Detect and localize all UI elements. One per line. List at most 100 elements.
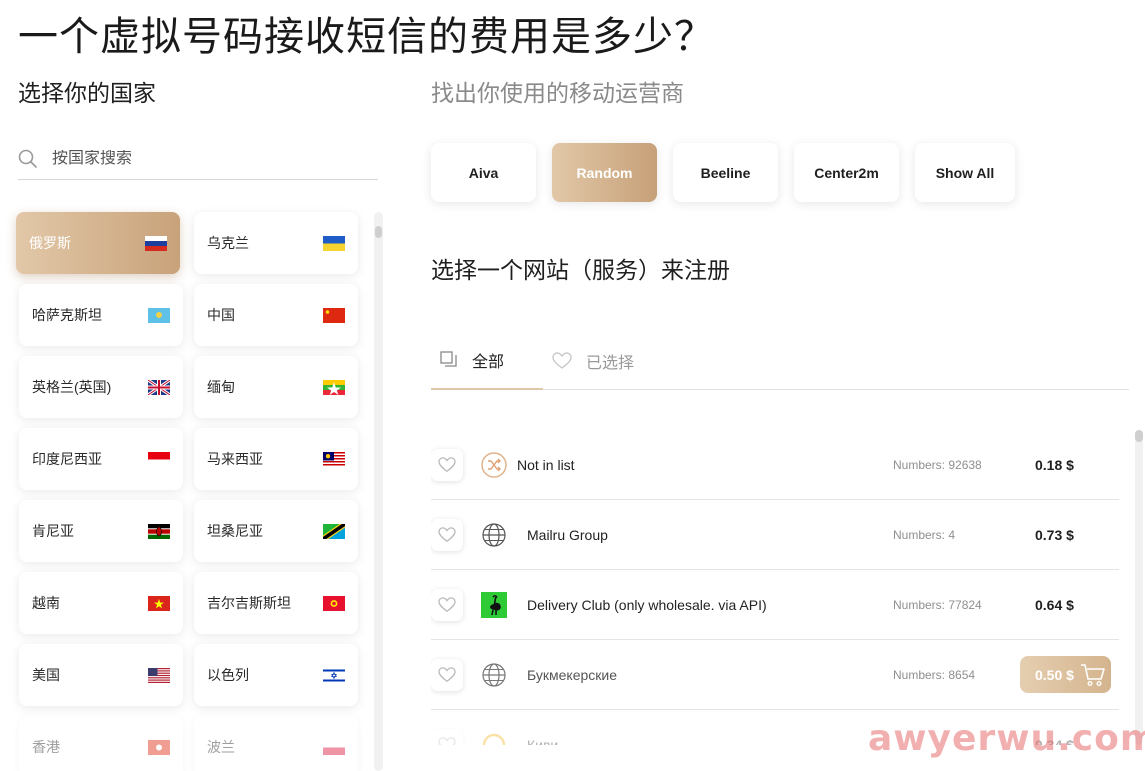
service-name: Delivery Club (only wholesale. via API) <box>527 596 767 613</box>
country-label: 印度尼西亚 <box>32 451 102 467</box>
country-label: 波兰 <box>207 739 235 755</box>
tab-all[interactable]: 全部 <box>431 332 543 390</box>
country-card-myanmar[interactable]: 缅甸 <box>194 356 358 418</box>
favorite-button[interactable] <box>431 518 463 551</box>
operator-button-center2m[interactable]: Center2m <box>794 143 899 202</box>
operator-heading: 找出你使用的移动运营商 <box>431 80 684 106</box>
country-list-scrollbar[interactable] <box>374 212 383 771</box>
cart-icon <box>1080 663 1105 686</box>
operator-button-random[interactable]: Random <box>552 143 657 202</box>
operator-selector: Aiva Random Beeline Center2m Show All <box>431 143 1015 202</box>
watermark: awyerwu.com <box>868 718 1145 759</box>
malaysia-flag-icon <box>323 451 345 467</box>
country-label: 哈萨克斯坦 <box>32 307 102 323</box>
ukraine-flag-icon <box>323 235 345 251</box>
country-label: 中国 <box>207 307 235 323</box>
country-label: 吉尔吉斯斯坦 <box>207 595 291 611</box>
uk-flag-icon <box>148 379 170 395</box>
israel-flag-icon <box>323 667 345 683</box>
service-number-count: Numbers: 92638 <box>893 457 982 472</box>
heart-icon <box>438 737 456 745</box>
qiwi-icon <box>481 732 507 745</box>
country-card-tanzania[interactable]: 坦桑尼亚 <box>194 500 358 562</box>
search-icon <box>18 149 37 168</box>
country-label: 肯尼亚 <box>32 523 74 539</box>
operator-button-aiva[interactable]: Aiva <box>431 143 536 202</box>
service-heading: 选择一个网站（服务）来注册 <box>431 257 730 283</box>
operator-button-beeline[interactable]: Beeline <box>673 143 778 202</box>
kazakhstan-flag-icon <box>148 307 170 323</box>
service-name: Киви <box>527 737 559 745</box>
service-list: Not in list Numbers: 92638 0.18 $ Mailru… <box>431 430 1119 745</box>
country-card-usa[interactable]: 美国 <box>19 644 183 706</box>
copy-icon <box>440 351 457 367</box>
service-number-count: Numbers: 4 <box>893 527 956 542</box>
service-row-delivery-club[interactable]: Delivery Club (only wholesale. via API) … <box>431 570 1119 640</box>
heart-icon <box>552 352 572 369</box>
service-row-mailru[interactable]: Mailru Group Numbers: 4 0.73 $ <box>431 500 1119 570</box>
tab-label: 已选择 <box>586 355 635 372</box>
heart-icon <box>438 666 456 682</box>
country-card-poland[interactable]: 波兰 <box>194 716 358 771</box>
country-label: 越南 <box>32 595 60 611</box>
service-number-count: Numbers: 77824 <box>893 597 982 612</box>
country-card-israel[interactable]: 以色列 <box>194 644 358 706</box>
tab-selected[interactable]: 已选择 <box>552 332 634 390</box>
globe-icon <box>481 522 507 548</box>
kenya-flag-icon <box>148 523 170 539</box>
buy-button-price: 0.50 $ <box>1035 666 1074 683</box>
country-search[interactable] <box>18 138 378 180</box>
ostrich-logo-icon <box>481 591 507 618</box>
service-price: 0.18 $ <box>1035 456 1074 473</box>
country-card-china[interactable]: 中国 <box>194 284 358 346</box>
page-title: 一个虚拟号码接收短信的费用是多少？ <box>18 15 715 59</box>
service-row-not-in-list[interactable]: Not in list Numbers: 92638 0.18 $ <box>431 430 1119 500</box>
service-name: Not in list <box>517 456 575 473</box>
shuffle-icon <box>481 451 507 478</box>
country-label: 坦桑尼亚 <box>207 523 263 539</box>
scrollbar-thumb[interactable] <box>1135 430 1143 442</box>
country-card-malaysia[interactable]: 马来西亚 <box>194 428 358 490</box>
heart-icon <box>438 526 456 542</box>
myanmar-flag-icon <box>323 379 345 395</box>
scrollbar-thumb[interactable] <box>375 226 382 238</box>
search-input[interactable] <box>52 149 352 168</box>
heart-icon <box>438 596 456 612</box>
country-list: 俄罗斯 乌克兰 哈萨克斯坦 中国 英格兰(英国) 缅甸 印度尼西亚 马来西亚 肯… <box>0 205 372 771</box>
operator-button-show-all[interactable]: Show All <box>915 143 1015 202</box>
country-heading: 选择你的国家 <box>18 80 156 106</box>
globe-icon <box>481 662 507 688</box>
service-name: Букмекерские <box>527 666 618 683</box>
service-price: 0.64 $ <box>1035 596 1074 613</box>
service-number-count: Numbers: 8654 <box>893 667 976 682</box>
russia-flag-icon <box>145 235 167 251</box>
country-card-indonesia[interactable]: 印度尼西亚 <box>19 428 183 490</box>
country-card-hongkong[interactable]: 香港 <box>19 716 183 771</box>
country-card-uk[interactable]: 英格兰(英国) <box>19 356 183 418</box>
country-label: 以色列 <box>207 667 249 683</box>
buy-button[interactable]: 0.50 $ <box>1020 656 1111 693</box>
china-flag-icon <box>323 307 345 323</box>
service-row-bookmakers[interactable]: Букмекерские Numbers: 8654 0.50 $ <box>431 640 1119 710</box>
favorite-button[interactable] <box>431 658 463 691</box>
tab-label: 全部 <box>472 354 505 371</box>
usa-flag-icon <box>148 667 170 683</box>
service-list-scrollbar[interactable] <box>1135 430 1143 745</box>
country-label: 香港 <box>32 739 60 755</box>
country-card-vietnam[interactable]: 越南 <box>19 572 183 634</box>
service-name: Mailru Group <box>527 526 608 543</box>
country-label: 美国 <box>32 667 60 683</box>
country-card-russia[interactable]: 俄罗斯 <box>16 212 180 274</box>
service-tabs: 全部 已选择 <box>431 332 1129 390</box>
favorite-button[interactable] <box>431 448 463 481</box>
poland-flag-icon <box>323 739 345 755</box>
heart-icon <box>438 456 456 472</box>
country-card-kyrgyzstan[interactable]: 吉尔吉斯斯坦 <box>194 572 358 634</box>
country-card-ukraine[interactable]: 乌克兰 <box>194 212 358 274</box>
service-price: 0.73 $ <box>1035 526 1074 543</box>
favorite-button[interactable] <box>431 588 463 621</box>
country-label: 英格兰(英国) <box>32 379 112 395</box>
country-card-kenya[interactable]: 肯尼亚 <box>19 500 183 562</box>
favorite-button[interactable] <box>431 729 463 745</box>
country-card-kazakhstan[interactable]: 哈萨克斯坦 <box>19 284 183 346</box>
